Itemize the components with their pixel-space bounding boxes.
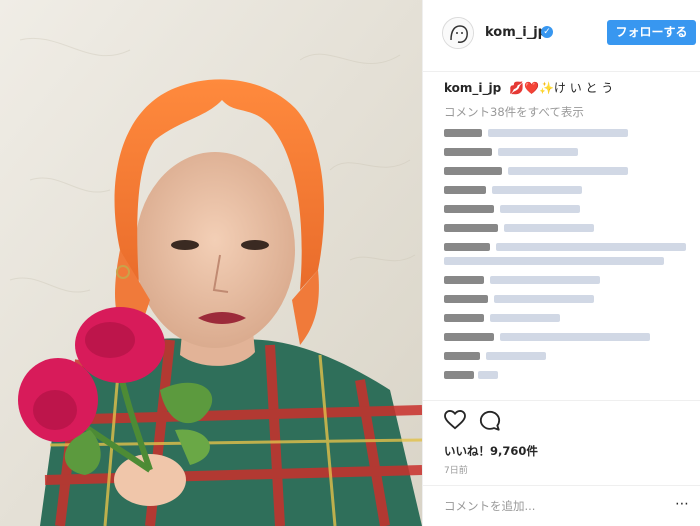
post-timestamp[interactable]: 7日前 bbox=[444, 463, 468, 476]
follow-button[interactable]: フォローする bbox=[607, 20, 696, 45]
post-header: kom_i_jp ✓ フォローする bbox=[423, 0, 700, 72]
more-options-icon[interactable]: ⋯ bbox=[675, 496, 690, 512]
caption-text: 💋❤️✨け い と う bbox=[509, 81, 614, 95]
avatar[interactable] bbox=[442, 17, 474, 49]
comment-bubble-icon[interactable] bbox=[479, 410, 501, 436]
post-side-panel: kom_i_jp ✓ フォローする kom_i_jp 💋❤️✨け い と う コ… bbox=[422, 0, 700, 526]
username-link[interactable]: kom_i_jp bbox=[485, 25, 547, 40]
likes-count[interactable]: いいね！9,760件 bbox=[444, 443, 538, 459]
verified-badge-icon: ✓ bbox=[541, 26, 553, 38]
avatar-image bbox=[443, 18, 473, 48]
portrait-image bbox=[0, 0, 422, 526]
comment-input[interactable] bbox=[444, 497, 644, 515]
post-photo[interactable] bbox=[0, 0, 422, 526]
caption: kom_i_jp 💋❤️✨け い と う bbox=[444, 79, 613, 96]
like-heart-icon[interactable] bbox=[444, 409, 466, 434]
view-all-comments-link[interactable]: コメント38件をすべて表示 bbox=[444, 104, 584, 120]
caption-username[interactable]: kom_i_jp bbox=[444, 81, 501, 95]
add-comment-bar: ⋯ bbox=[423, 485, 700, 526]
